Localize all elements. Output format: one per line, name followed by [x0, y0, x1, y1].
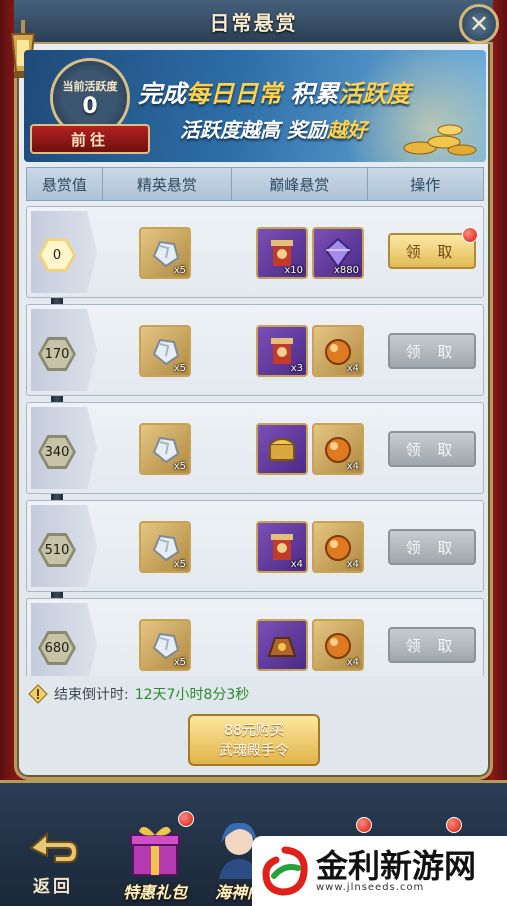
table-row: x5 x4 x4 领 取: [26, 500, 484, 592]
activity-label: 当前活跃度: [62, 79, 118, 93]
header-elite: 精英悬赏: [103, 168, 233, 200]
item-quantity: x3: [290, 363, 303, 374]
reward-item-elite[interactable]: x5: [139, 325, 191, 377]
reward-item-peak[interactable]: [256, 423, 308, 475]
reward-item-peak[interactable]: x880: [312, 227, 364, 279]
reward-item-peak[interactable]: x4: [256, 521, 308, 573]
reward-item-peak[interactable]: x4: [312, 619, 364, 671]
reward-item-peak[interactable]: x4: [312, 521, 364, 573]
watermark-title: 金利新游网: [316, 846, 477, 885]
slogan-highlight: 每日日常: [186, 80, 282, 108]
notification-dot: [446, 817, 462, 833]
goto-button[interactable]: 前往: [30, 124, 150, 154]
countdown-value: 12天7小时8分3秒: [134, 687, 250, 703]
back-button[interactable]: 返回: [14, 807, 92, 897]
banner-slogan-1: 完成每日日常 积累活跃度: [138, 74, 410, 109]
slogan-highlight: 越好: [326, 118, 367, 142]
reward-item-peak[interactable]: x4: [312, 325, 364, 377]
item-quantity: x880: [333, 265, 359, 276]
item-quantity: x4: [290, 559, 303, 570]
notification-dot: [462, 227, 478, 243]
watermark-text-block: 金利新游网 www.jlnseeds.com: [316, 850, 476, 893]
reward-list[interactable]: x5 x10 x880 领 取 x5 x3 x4 领 取 x5 x4 领 取 x…: [26, 206, 484, 676]
reward-item-peak[interactable]: x4: [312, 423, 364, 475]
treasure-bag-icon: [267, 637, 297, 657]
reward-item-elite[interactable]: x5: [139, 521, 191, 573]
notification-dot: [356, 817, 372, 833]
coins-icon: [403, 124, 477, 156]
claim-button[interactable]: 领 取: [388, 333, 476, 369]
game-screen: 日常悬赏 ✕ 当前活跃度 0 前往 完成每日日常 积累活跃度 活跃度越高 奖励越…: [0, 0, 507, 906]
table-row: x5 x10 x880 领 取: [26, 206, 484, 298]
gift-pack-label: 特惠礼包: [122, 883, 187, 902]
activity-value: 0: [82, 93, 98, 119]
item-quantity: x5: [173, 559, 186, 570]
item-quantity: x4: [346, 657, 359, 668]
table-row: x5 x4 领 取: [26, 598, 484, 676]
activity-badge: 当前活跃度 0 前往: [30, 58, 150, 158]
slogan-text: 活跃度越高 奖励: [180, 118, 327, 142]
threshold-value: 170: [44, 346, 70, 362]
watermark-logo-icon: [262, 846, 308, 896]
title-bar: 日常悬赏: [14, 0, 493, 44]
warning-icon: [28, 684, 48, 704]
item-quantity: x5: [173, 657, 186, 668]
item-quantity: x5: [173, 363, 186, 374]
back-label: 返回: [33, 877, 73, 897]
threshold-value: 340: [44, 444, 70, 460]
item-quantity: x4: [346, 363, 359, 374]
site-watermark: 金利新游网 www.jlnseeds.com: [252, 836, 507, 906]
reward-item-peak[interactable]: [256, 619, 308, 671]
header-bounty-value: 悬赏值: [27, 168, 103, 200]
item-quantity: x5: [173, 461, 186, 472]
header-peak: 巅峰悬赏: [232, 168, 368, 200]
buy-price-label: 88元购买: [224, 723, 284, 739]
buy-item-label: 武魂殿手令: [219, 743, 289, 759]
item-quantity: x4: [346, 461, 359, 472]
back-arrow-icon: [29, 831, 79, 863]
notification-dot: [178, 811, 194, 827]
item-quantity: x10: [284, 265, 303, 276]
gift-pack-button[interactable]: 特惠礼包: [112, 807, 198, 903]
slogan-text: 完成: [138, 80, 186, 108]
reward-item-peak[interactable]: x3: [256, 325, 308, 377]
threshold-value: 680: [44, 640, 70, 656]
gift-box-icon: [130, 826, 180, 876]
table-row: x5 x3 x4 领 取: [26, 304, 484, 396]
window-title: 日常悬赏: [209, 10, 298, 35]
buy-order-button[interactable]: 88元购买 武魂殿手令: [188, 714, 320, 766]
claim-button[interactable]: 领 取: [388, 529, 476, 565]
threshold-value: 510: [44, 542, 70, 558]
gold-chest-icon: [269, 438, 295, 461]
reward-item-elite[interactable]: x5: [139, 423, 191, 475]
countdown: 结束倒计时: 12天7小时8分3秒: [28, 684, 249, 704]
header-action: 操作: [410, 175, 441, 194]
item-quantity: x5: [173, 265, 186, 276]
countdown-label: 结束倒计时:: [54, 687, 129, 703]
item-quantity: x4: [346, 559, 359, 570]
slogan-text: 积累: [290, 80, 339, 108]
reward-item-elite[interactable]: x5: [139, 227, 191, 279]
claim-button[interactable]: 领 取: [388, 431, 476, 467]
threshold-value: 0: [52, 247, 62, 263]
close-button[interactable]: ✕: [459, 4, 499, 44]
slogan-highlight: 活跃度: [338, 80, 411, 108]
banner-slogan-2: 活跃度越高 奖励越好: [180, 114, 367, 143]
reward-item-elite[interactable]: x5: [139, 619, 191, 671]
claim-button[interactable]: 领 取: [388, 627, 476, 663]
table-row: x5 x4 领 取: [26, 402, 484, 494]
close-icon: ✕: [468, 10, 490, 38]
table-header: 悬赏值 精英悬赏 巅峰悬赏 操作: [26, 167, 484, 201]
reward-item-peak[interactable]: x10: [256, 227, 308, 279]
